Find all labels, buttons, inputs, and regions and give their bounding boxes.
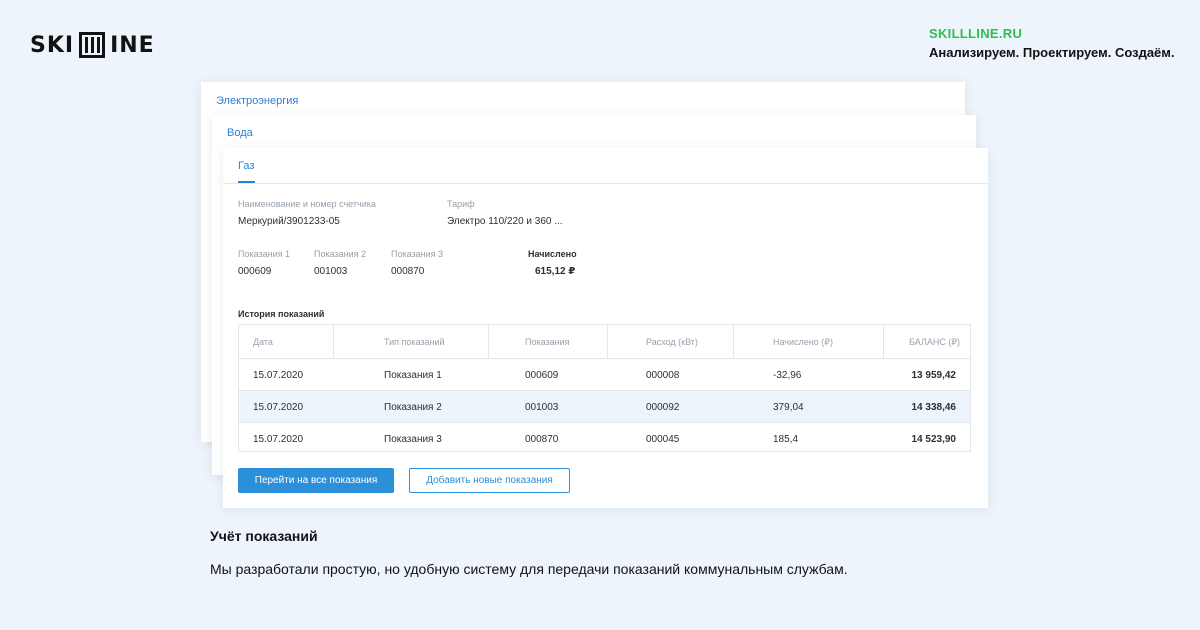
cell-charged: -32,96 [773,370,802,381]
logo-text-left: SKI [30,32,75,58]
meter-name-value: Меркурий/3901233-05 [238,216,340,227]
reading-3-value: 000870 [391,266,425,277]
charged-value: 615,12 ₽ [535,266,576,277]
cell-balance: 14 338,46 [911,402,957,413]
add-readings-button[interactable]: Добавить новые показания [409,468,570,493]
cell-charged: 379,04 [773,402,804,413]
cell-consumption: 000092 [646,402,680,413]
column-separator [733,325,734,358]
tab-electricity[interactable]: Электроэнергия [216,95,298,107]
column-separator [883,325,884,358]
column-header-date[interactable]: Дата [253,337,273,347]
tab-gas[interactable]: Газ [238,160,254,172]
logo-mark-icon [79,32,106,58]
cell-balance: 13 959,42 [911,370,957,381]
brand-block: SKILLLINE.RU Анализируем. Проектируем. С… [929,26,1175,60]
cell-balance: 14 523,90 [911,434,957,445]
cell-date: 15.07.2020 [253,370,304,381]
cell-type: Показания 1 [384,370,442,381]
column-header-readings[interactable]: Показания [525,337,570,347]
column-separator [488,325,489,358]
column-header-consumption[interactable]: Расход (кВт) [646,337,698,347]
logo[interactable]: SKI INE [30,32,155,58]
reading-1-value: 000609 [238,266,272,277]
section-description: Мы разработали простую, но удобную систе… [210,561,848,577]
view-all-readings-button[interactable]: Перейти на все показания [238,468,394,493]
tab-water[interactable]: Вода [227,127,253,139]
cell-consumption: 000045 [646,434,680,445]
reading-1-label: Показания 1 [238,249,291,259]
table-header: Дата Тип показаний Показания Расход (кВт… [239,325,970,359]
section-title: Учёт показаний [210,528,318,544]
reading-2-label: Показания 2 [314,249,367,259]
column-separator [333,325,334,358]
cell-consumption: 000008 [646,370,680,381]
tariff-label: Тариф [447,199,475,209]
charged-label: Начислено [528,249,577,259]
tab-divider [223,183,988,184]
brand-tagline: Анализируем. Проектируем. Создаём. [929,45,1175,60]
column-header-balance[interactable]: БАЛАНС (₽) [909,337,960,348]
cell-type: Показания 3 [384,434,442,445]
cell-type: Показания 2 [384,402,442,413]
brand-site-link[interactable]: SKILLLINE.RU [929,26,1175,41]
cell-charged: 185,4 [773,434,799,445]
table-row[interactable]: 15.07.2020 Показания 2 001003 000092 379… [239,391,970,423]
column-separator [607,325,608,358]
cell-date: 15.07.2020 [253,402,304,413]
history-title: История показаний [238,309,325,319]
logo-text-right: INE [110,32,155,58]
cell-readings: 000609 [525,370,559,381]
history-table: Дата Тип показаний Показания Расход (кВт… [238,324,971,452]
card-gas: Газ Наименование и номер счетчика Меркур… [223,148,988,508]
table-row[interactable]: 15.07.2020 Показания 3 000870 000045 185… [239,423,970,455]
cell-date: 15.07.2020 [253,434,304,445]
cell-readings: 000870 [525,434,559,445]
tariff-value: Электро 110/220 и 360 ... [447,216,563,227]
reading-2-value: 001003 [314,266,348,277]
reading-3-label: Показания 3 [391,249,444,259]
meter-name-label: Наименование и номер счетчика [238,199,376,209]
cell-readings: 001003 [525,402,559,413]
table-row[interactable]: 15.07.2020 Показания 1 000609 000008 -32… [239,359,970,391]
column-header-charged[interactable]: Начислено (₽) [773,337,833,348]
column-header-type[interactable]: Тип показаний [384,337,445,347]
